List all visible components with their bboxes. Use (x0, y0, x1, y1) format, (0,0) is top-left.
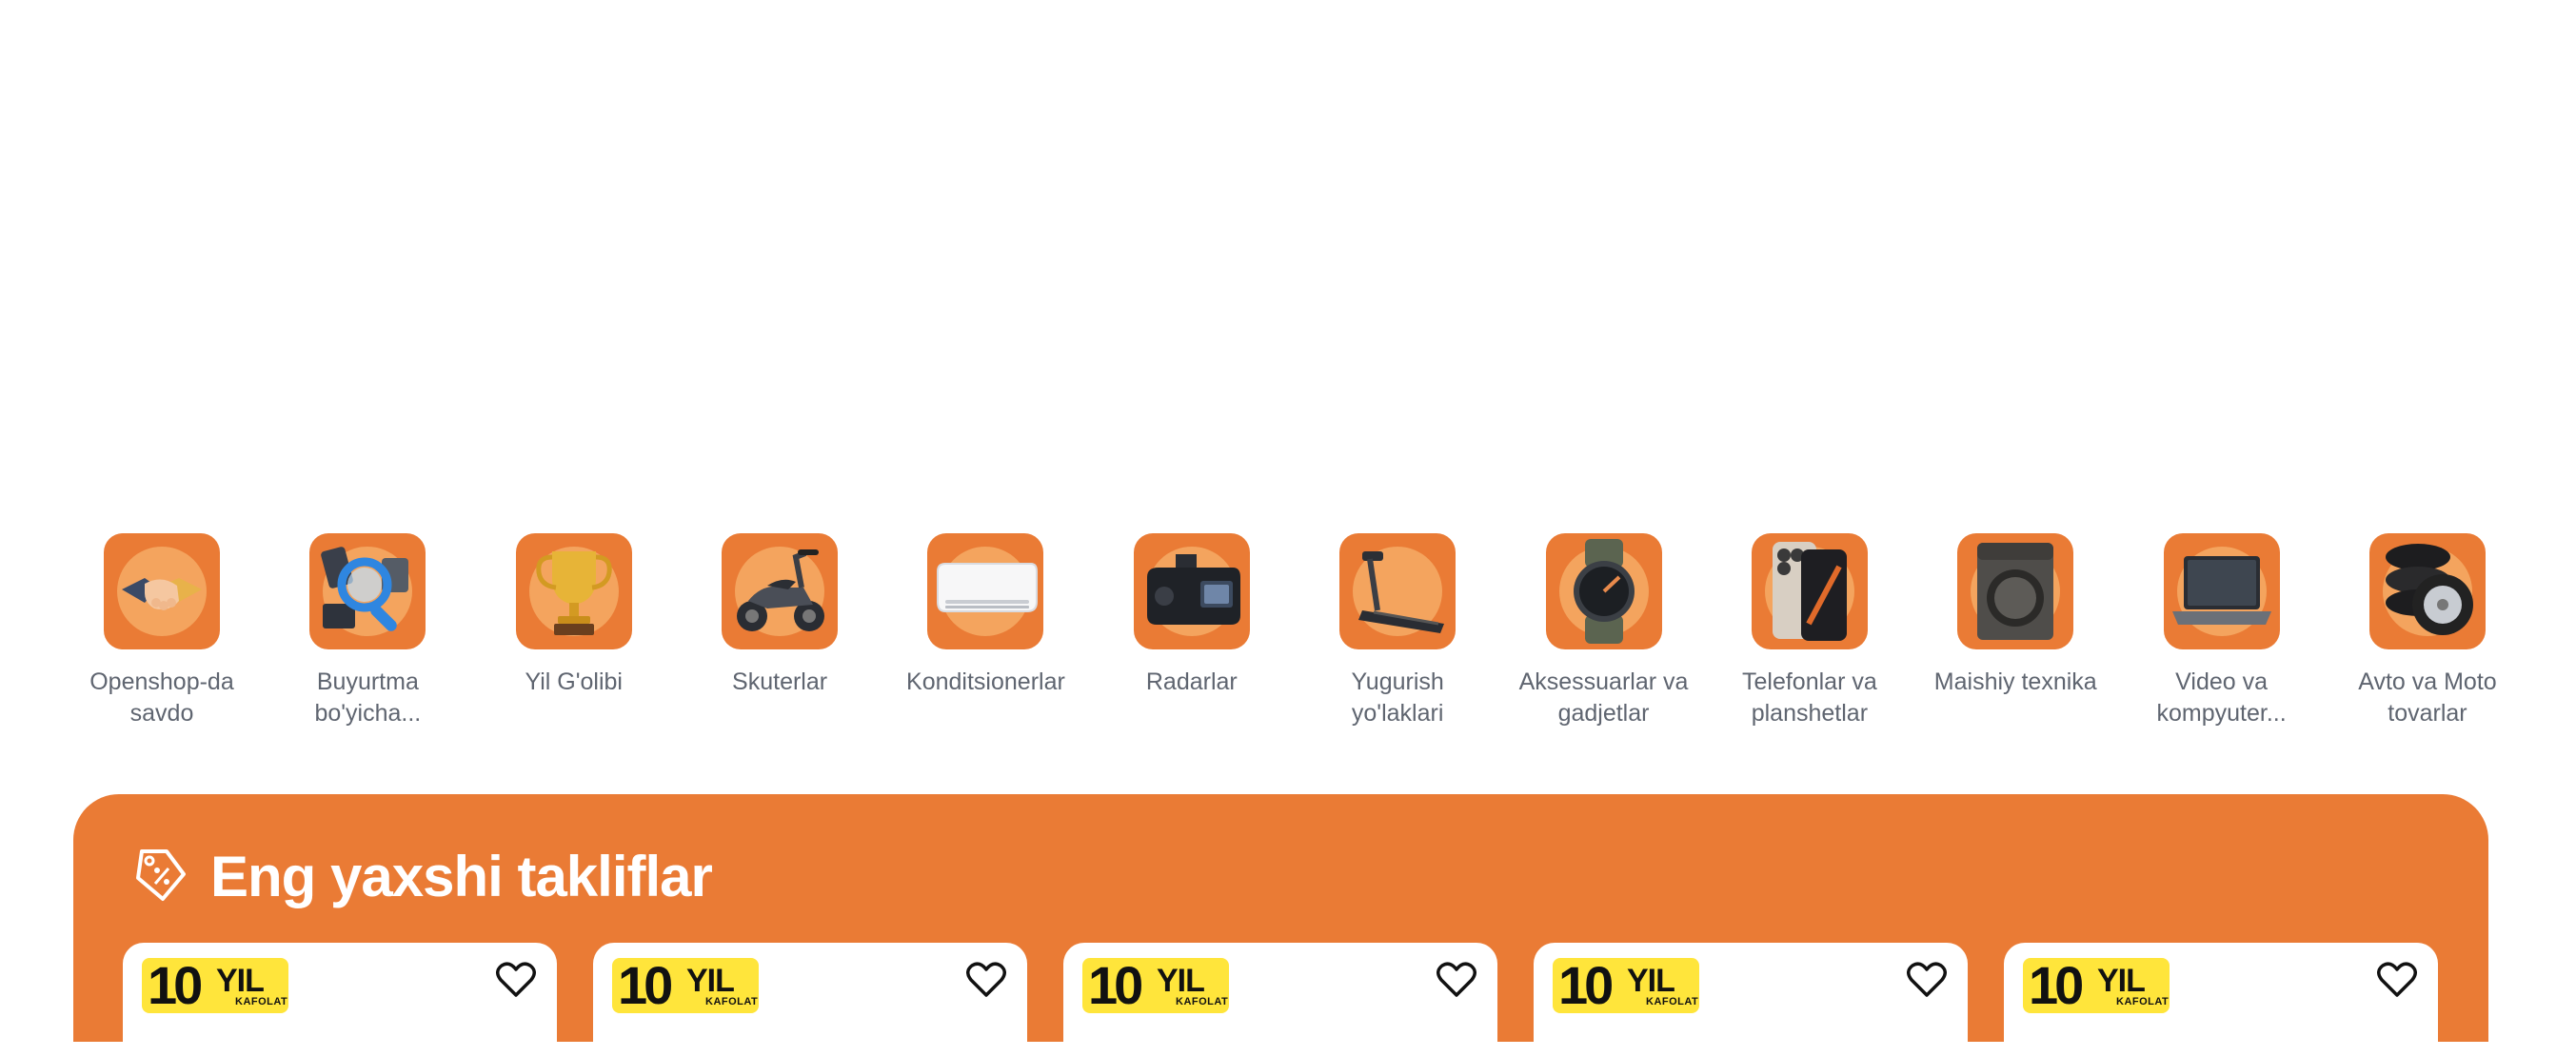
category-skuterlar[interactable]: Skuterlar (694, 533, 865, 733)
category-openshop[interactable]: Openshop-da savdo (76, 533, 248, 733)
category-video-kompyuter[interactable]: Video va kompyuter... (2136, 533, 2308, 733)
best-deals-header: Eng yaxshi takliflar (129, 844, 713, 909)
discount-tag-icon (129, 844, 189, 909)
handshake-icon (104, 533, 220, 649)
category-buyurtma[interactable]: Buyurtma bo'yicha... (282, 533, 453, 733)
product-card[interactable]: 10 YIL KAFOLAT (1534, 943, 1968, 1057)
favorite-heart-icon[interactable] (1437, 962, 1476, 1003)
badge-unit: YIL (1157, 963, 1205, 999)
category-label: Aksessuarlar va gadjetlar (1518, 668, 1689, 727)
badge-unit: YIL (216, 963, 265, 999)
treadmill-icon (1339, 533, 1456, 649)
best-deals-title: Eng yaxshi takliflar (210, 845, 713, 908)
category-radarlar[interactable]: Radarlar (1106, 533, 1278, 733)
badge-number: 10 (1558, 958, 1614, 1013)
favorite-heart-icon[interactable] (2377, 962, 2417, 1003)
radar-detector-icon (1133, 533, 1250, 649)
category-label: Openshop-da savdo (89, 668, 234, 727)
badge-unit: YIL (2097, 963, 2146, 999)
warranty-badge: 10 YIL KAFOLAT (1082, 958, 1229, 1013)
badge-number: 10 (618, 958, 673, 1013)
warranty-badge: 10 YIL KAFOLAT (612, 958, 759, 1013)
badge-subtitle: KAFOLAT (1176, 996, 1229, 1007)
smartwatch-icon (1545, 533, 1662, 649)
tires-icon (2368, 533, 2486, 649)
favorite-heart-icon[interactable] (496, 962, 536, 1003)
category-label: Konditsionerlar (906, 668, 1065, 695)
category-label: Buyurtma bo'yicha... (314, 668, 422, 727)
washing-machine-icon (1957, 533, 2074, 649)
badge-subtitle: KAFOLAT (1646, 996, 1699, 1007)
category-telefonlar[interactable]: Telefonlar va planshetlar (1724, 533, 1895, 733)
category-label: Radarlar (1145, 668, 1238, 695)
category-avto-moto[interactable]: Avto va Moto tovarlar (2342, 533, 2513, 733)
category-label: Maishiy texnika (1933, 668, 2097, 695)
favorite-heart-icon[interactable] (966, 962, 1006, 1003)
badge-number: 10 (1088, 958, 1143, 1013)
badge-unit: YIL (1627, 963, 1675, 999)
air-conditioner-icon (927, 533, 1044, 649)
badge-unit: YIL (686, 963, 735, 999)
category-strip: Openshop-da savdo Buyurtma bo'yicha... Y… (76, 533, 2513, 733)
badge-number: 10 (148, 958, 203, 1013)
category-label: Avto va Moto tovarlar (2358, 668, 2497, 727)
scooter-icon (722, 533, 839, 649)
category-label: Yil G'olibi (525, 668, 623, 695)
category-label: Yugurish yo'laklari (1351, 668, 1444, 727)
product-card[interactable]: 10 YIL KAFOLAT (123, 943, 557, 1057)
best-deals-section: Eng yaxshi takliflar 10 YIL KAFOLAT 10 Y… (73, 794, 2488, 1057)
category-yugurish[interactable]: Yugurish yo'laklari (1312, 533, 1483, 733)
category-yil-golibi[interactable]: Yil G'olibi (488, 533, 660, 733)
magnifier-icon (309, 533, 426, 649)
smartphone-icon (1751, 533, 1868, 649)
favorite-heart-icon[interactable] (1907, 962, 1947, 1003)
category-label: Video va kompyuter... (2156, 668, 2287, 727)
category-label: Skuterlar (732, 668, 828, 695)
warranty-badge: 10 YIL KAFOLAT (142, 958, 288, 1013)
warranty-badge: 10 YIL KAFOLAT (2023, 958, 2170, 1013)
product-card[interactable]: 10 YIL KAFOLAT (2004, 943, 2438, 1057)
badge-subtitle: KAFOLAT (705, 996, 759, 1007)
product-card[interactable]: 10 YIL KAFOLAT (1063, 943, 1497, 1057)
category-label: Telefonlar va planshetlar (1742, 668, 1877, 727)
laptop-icon (2163, 533, 2280, 649)
badge-subtitle: KAFOLAT (2116, 996, 2170, 1007)
warranty-badge: 10 YIL KAFOLAT (1553, 958, 1699, 1013)
category-maishiy-texnika[interactable]: Maishiy texnika (1930, 533, 2101, 733)
product-card[interactable]: 10 YIL KAFOLAT (593, 943, 1027, 1057)
badge-subtitle: KAFOLAT (235, 996, 288, 1007)
trophy-icon (515, 533, 632, 649)
category-aksessuarlar[interactable]: Aksessuarlar va gadjetlar (1518, 533, 1690, 733)
category-konditsionerlar[interactable]: Konditsionerlar (900, 533, 1071, 733)
badge-number: 10 (2029, 958, 2084, 1013)
